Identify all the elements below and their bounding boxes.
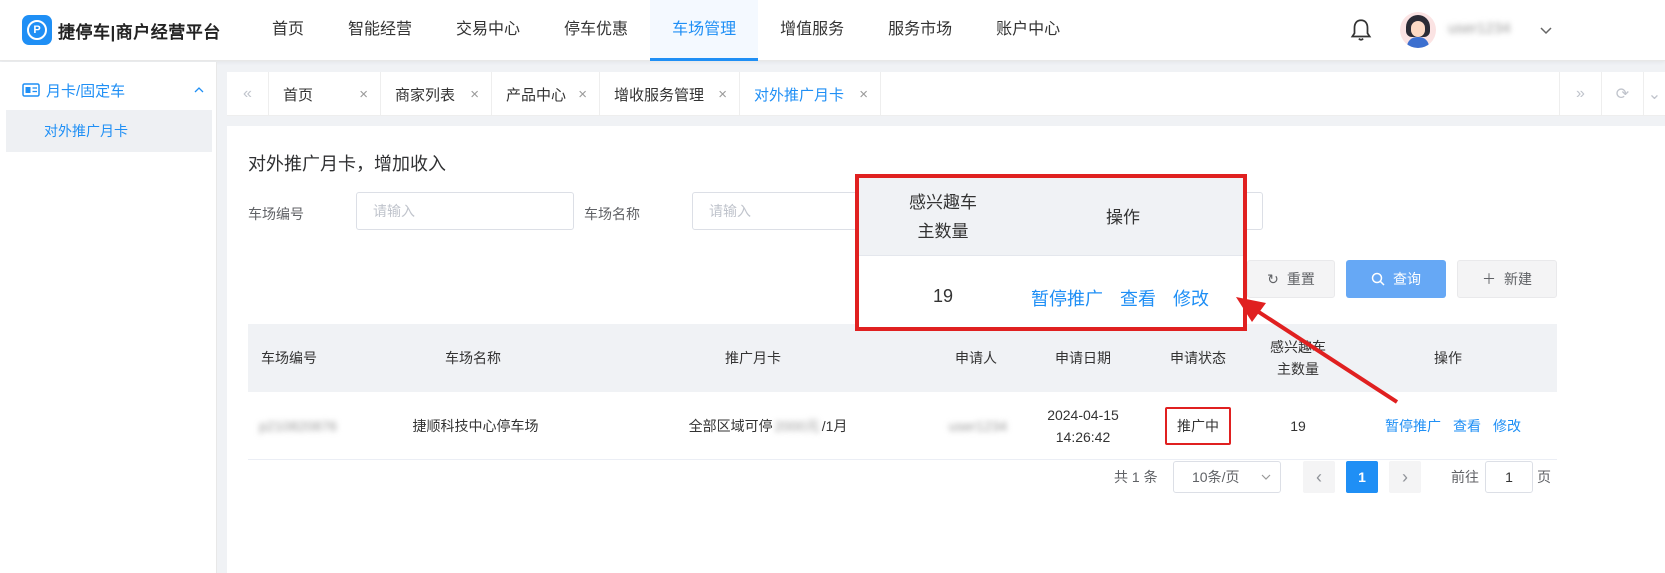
- lot-name-label: 车场名称: [584, 206, 640, 222]
- new-button[interactable]: ＋ 新建: [1457, 260, 1557, 298]
- page-suffix: 页: [1537, 469, 1551, 485]
- close-icon[interactable]: ×: [718, 86, 727, 103]
- pause-promo-link[interactable]: 暂停推广: [1385, 415, 1441, 437]
- refresh-icon[interactable]: ⟳: [1601, 72, 1643, 116]
- app-title: 捷停车|商户经营平台: [58, 22, 221, 42]
- plus-icon: ＋: [1482, 271, 1496, 287]
- callout-header: 感兴趣车 主数量 操作: [859, 178, 1243, 256]
- edit-link[interactable]: 修改: [1493, 415, 1521, 437]
- cell-date: 2024-04-15 14:26:42: [1047, 407, 1119, 445]
- card-icon: [22, 83, 40, 97]
- goto-label: 前往: [1451, 469, 1479, 485]
- nav-item-transactions[interactable]: 交易中心: [434, 0, 542, 61]
- callout-pause-promo-link[interactable]: 暂停推广: [1031, 289, 1103, 309]
- nav-item-lot-management[interactable]: 车场管理: [650, 0, 759, 61]
- page-1-button[interactable]: 1: [1346, 461, 1378, 493]
- col-applicant: 申请人: [955, 350, 997, 366]
- prev-page-button[interactable]: ‹: [1303, 461, 1335, 493]
- callout-col-actions: 操作: [1106, 208, 1140, 227]
- cell-actions: 暂停推广 查看 修改: [1358, 392, 1548, 460]
- callout-edit-link[interactable]: 修改: [1173, 289, 1209, 309]
- callout-actions: 暂停推广 查看 修改: [1031, 285, 1221, 311]
- page-title: 对外推广月卡，增加收入: [248, 154, 446, 174]
- main-nav: 首页 智能经营 交易中心 停车优惠 车场管理 增值服务 服务市场 账户中心: [250, 0, 1082, 61]
- bell-icon[interactable]: [1348, 17, 1374, 43]
- cell-applicant: user1234: [948, 418, 1008, 434]
- col-interested: 感兴趣车 主数量: [1270, 339, 1326, 377]
- nav-item-service-market[interactable]: 服务市场: [866, 0, 974, 61]
- close-icon[interactable]: ×: [859, 86, 868, 103]
- tab-home[interactable]: 首页 ×: [269, 72, 381, 116]
- close-icon[interactable]: ×: [359, 86, 368, 103]
- app-logo[interactable]: P 捷停车|商户经营平台: [22, 13, 221, 47]
- table-header: 车场编号 车场名称 推广月卡 申请人 申请日期 申请状态 感兴趣车 主数量 操作: [248, 324, 1557, 392]
- sidebar-item-promo-monthly-card[interactable]: 对外推广月卡: [6, 110, 212, 152]
- reset-button[interactable]: ↻ 重置: [1247, 260, 1335, 298]
- avatar[interactable]: [1400, 12, 1436, 48]
- search-icon: [1371, 272, 1385, 286]
- goto-page-input[interactable]: 1: [1485, 461, 1533, 493]
- tabs-actions: » ⟳ ⌄: [1559, 72, 1665, 116]
- double-chevron-right-icon[interactable]: »: [1559, 72, 1601, 116]
- nav-item-home[interactable]: 首页: [250, 0, 326, 61]
- tab-merchant-list[interactable]: 商家列表 ×: [381, 72, 492, 116]
- chevron-up-icon: [194, 87, 204, 93]
- cell-lot-name: 捷顺科技中心停车场: [412, 418, 539, 434]
- cell-status: 推广中: [1153, 392, 1243, 460]
- close-icon[interactable]: ×: [578, 86, 587, 103]
- nav-item-parking-discount[interactable]: 停车优惠: [542, 0, 650, 61]
- sidebar-group-monthly-card[interactable]: 月卡/固定车: [0, 70, 217, 110]
- cell-card: 全部区域可停 2000元 /1月: [688, 418, 848, 434]
- zoom-callout: 感兴趣车 主数量 操作 19 暂停推广 查看 修改: [855, 174, 1247, 331]
- callout-col-interested: 感兴趣车 主数量: [909, 193, 977, 241]
- cell-interested: 19: [1290, 418, 1306, 434]
- cell-lot-no: p210820876: [259, 418, 337, 434]
- double-chevron-left-icon[interactable]: «: [227, 72, 269, 116]
- callout-interested-value: 19: [932, 286, 954, 306]
- chevron-down-icon[interactable]: [1538, 22, 1554, 38]
- col-date: 申请日期: [1055, 350, 1111, 366]
- tabs-bar: « 首页 × 商家列表 × 产品中心 × 增收服务管理 × 对外推广月卡 × »…: [227, 72, 1665, 116]
- lot-no-label: 车场编号: [248, 206, 304, 222]
- table-row: p210820876 捷顺科技中心停车场 全部区域可停 2000元 /1月 us…: [248, 392, 1557, 460]
- top-navbar: P 捷停车|商户经营平台 首页 智能经营 交易中心 停车优惠 车场管理 增值服务…: [0, 0, 1665, 61]
- callout-view-link[interactable]: 查看: [1120, 289, 1156, 309]
- chevron-down-icon: [1261, 474, 1271, 480]
- view-link[interactable]: 查看: [1453, 415, 1481, 437]
- username[interactable]: user1234: [1448, 20, 1511, 37]
- parking-logo-icon: P: [22, 15, 52, 45]
- sidebar: 月卡/固定车 对外推广月卡: [0, 62, 217, 573]
- col-lot-name: 车场名称: [445, 350, 501, 366]
- pagination-total: 共 1 条: [1114, 469, 1158, 485]
- tab-revenue-service[interactable]: 增收服务管理 ×: [600, 72, 740, 116]
- col-actions: 操作: [1434, 350, 1462, 366]
- close-icon[interactable]: ×: [470, 86, 479, 103]
- nav-item-smart-ops[interactable]: 智能经营: [326, 0, 434, 61]
- tab-promo-monthly-card[interactable]: 对外推广月卡 ×: [740, 72, 881, 116]
- page-size-select[interactable]: 10条/页: [1173, 461, 1281, 493]
- col-status: 申请状态: [1170, 350, 1226, 366]
- status-badge: 推广中: [1165, 407, 1231, 445]
- tab-product-center[interactable]: 产品中心 ×: [492, 72, 600, 116]
- query-button[interactable]: 查询: [1346, 260, 1446, 298]
- chevron-down-icon[interactable]: ⌄: [1643, 72, 1665, 116]
- col-lot-no: 车场编号: [261, 350, 317, 366]
- refresh-icon: ↻: [1267, 270, 1279, 287]
- lot-no-input[interactable]: 请输入: [356, 192, 574, 230]
- sidebar-group-label: 月卡/固定车: [46, 82, 126, 100]
- col-card: 推广月卡: [725, 350, 781, 366]
- nav-item-account[interactable]: 账户中心: [974, 0, 1082, 61]
- nav-item-value-added[interactable]: 增值服务: [758, 0, 866, 61]
- next-page-button[interactable]: ›: [1389, 461, 1421, 493]
